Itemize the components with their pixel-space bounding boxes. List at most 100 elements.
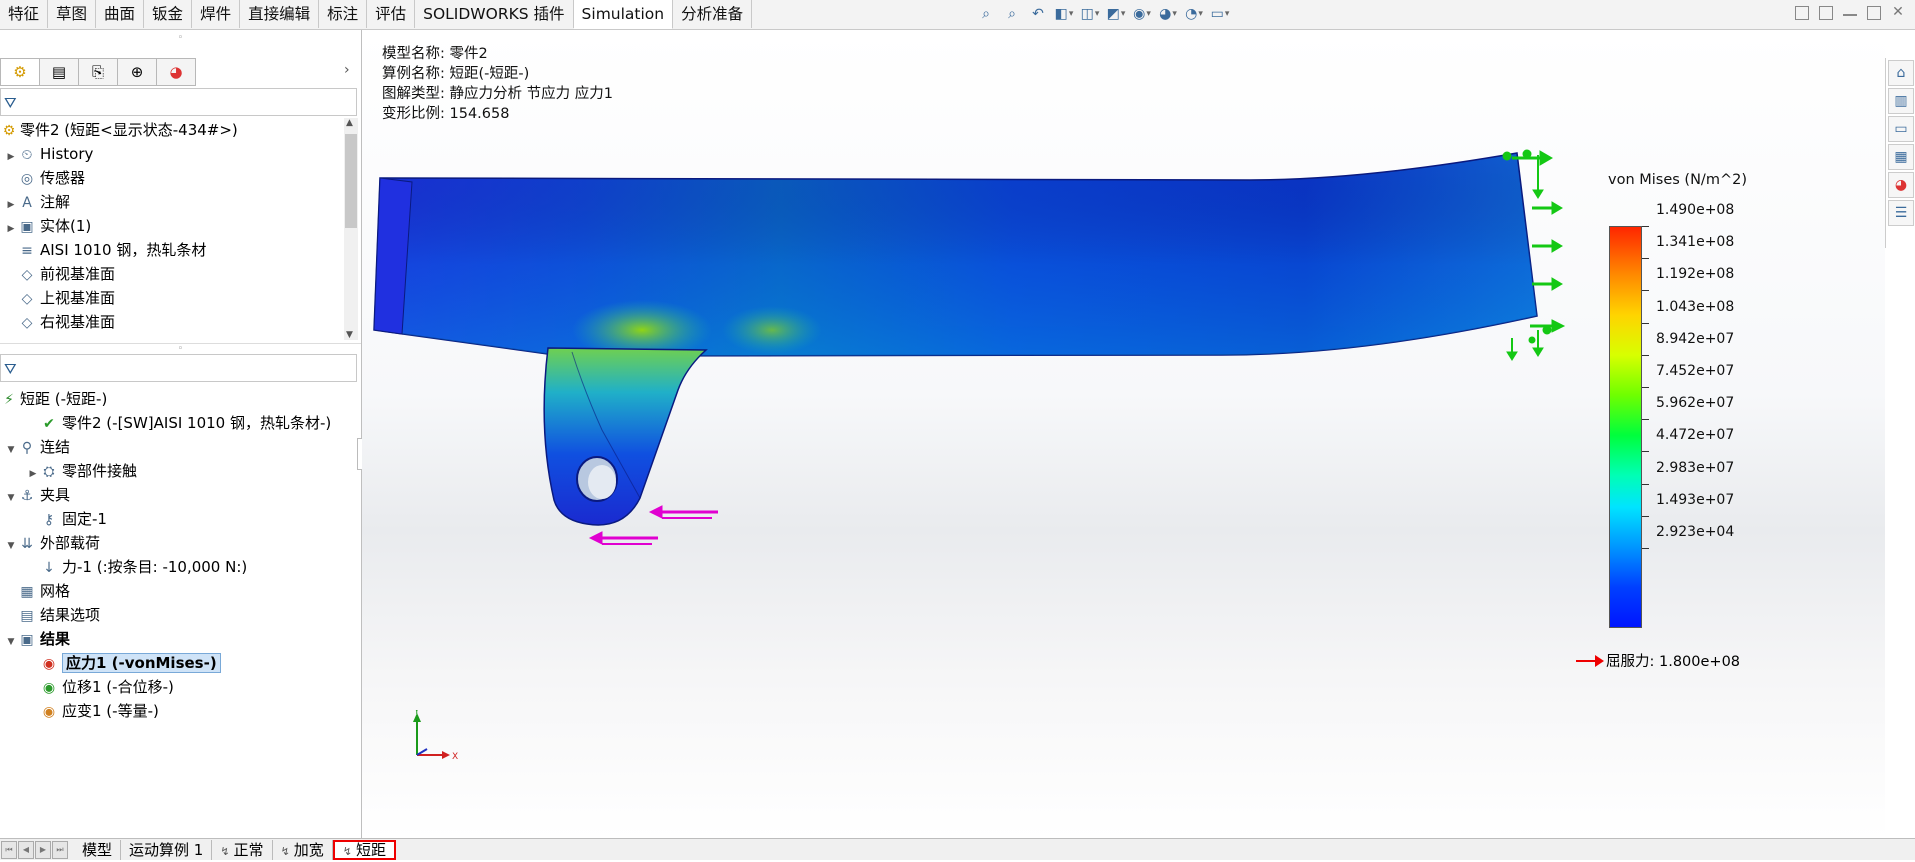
simulation-tree-root[interactable]: ⚡ 短距 (-短距-) — [0, 387, 357, 411]
dropdown-caret-icon[interactable]: ▾ — [1095, 9, 1100, 19]
panel-grip[interactable]: ◦ — [0, 34, 361, 43]
legend-tick — [1642, 483, 1649, 485]
command-tab[interactable]: 钣金 — [144, 0, 193, 28]
file-explorer-icon[interactable]: ▭ — [1888, 116, 1914, 142]
command-tab[interactable]: 分析准备 — [673, 0, 753, 28]
chevron-down-icon[interactable]: ▼ — [346, 330, 353, 340]
feature-tree-item[interactable]: ◇ 前视基准面 — [0, 262, 344, 286]
simulation-tree-item[interactable]: ▶ ⛭ 零部件接触 — [0, 459, 357, 483]
apply-scene-icon[interactable]: ◔ ▾ — [1183, 4, 1205, 24]
design-library-icon[interactable]: ▥ — [1888, 88, 1914, 114]
last-tab-icon[interactable]: ⏭ — [52, 840, 68, 859]
prev-tab-icon[interactable]: ◀ — [18, 840, 34, 859]
history-icon: ⏲ — [21, 147, 33, 163]
simulation-tree-item[interactable]: ↓ 力-1 (:按条目: -10,000 N:) — [0, 555, 357, 579]
command-tab[interactable]: 直接编辑 — [240, 0, 320, 28]
feature-tree-item[interactable]: ◎ 传感器 — [0, 166, 344, 190]
restore-icon[interactable] — [1867, 6, 1881, 20]
feature-tree-item[interactable]: ≡ AISI 1010 钢，热轧条材 — [0, 238, 344, 262]
dropdown-caret-icon[interactable]: ▾ — [1069, 9, 1074, 19]
bottom-tab[interactable]: ↯ 加宽 — [273, 839, 333, 860]
feature-tree-item[interactable]: ◇ 右视基准面 — [0, 310, 344, 334]
simulation-tree-item[interactable]: ◉ 应变1 (-等量-) — [0, 699, 357, 723]
legend-tick — [1642, 548, 1649, 549]
command-tab[interactable]: SOLIDWORKS 插件 — [415, 0, 574, 28]
bottom-tab[interactable]: ↯ 短距 — [332, 839, 397, 860]
configuration-icon: ↯ — [280, 844, 290, 858]
bottom-tab[interactable]: 运动算例 1 — [121, 839, 213, 860]
simulation-tree-item[interactable]: ◉ 应力1 (-vonMises-) — [0, 651, 357, 675]
first-tab-icon[interactable]: ⏮ — [1, 840, 17, 859]
hide-show-icon[interactable]: ◉ ▾ — [1131, 4, 1153, 24]
feature-tree-item[interactable]: ◇ 上视基准面 — [0, 286, 344, 310]
view-palette-icon[interactable]: ▦ — [1888, 144, 1914, 170]
previous-view-icon[interactable]: ↶ — [1027, 4, 1049, 24]
simulation-tree-filter[interactable]: ⛛ — [0, 354, 357, 382]
chevron-right-icon[interactable]: › — [344, 62, 350, 78]
simulation-tree-item[interactable]: ✔ 零件2 (-[SW]AISI 1010 钢，热轧条材-) — [0, 411, 357, 435]
command-tab[interactable]: 焊件 — [192, 0, 241, 28]
scrollbar-thumb[interactable] — [345, 134, 357, 228]
property-manager-tab-icon[interactable]: ▤ — [40, 58, 79, 86]
feature-tree-root[interactable]: ⚙ 零件2 (短距<显示状态-434#>) — [0, 118, 344, 142]
custom-properties-icon[interactable]: ☰ — [1888, 200, 1914, 226]
legend-value-label: 2.983e+07 — [1656, 459, 1735, 476]
simulation-tree-item[interactable]: ▼ ⚲ 连结 — [0, 435, 357, 459]
bottom-tab[interactable]: ↯ 正常 — [212, 839, 273, 860]
command-tab[interactable]: 曲面 — [96, 0, 145, 28]
fixed-geometry-icon: ⚷ — [43, 512, 55, 528]
panel-splitter[interactable]: ◦ — [0, 343, 361, 354]
dropdown-caret-icon[interactable]: ▾ — [1172, 9, 1177, 19]
feature-tree-filter[interactable]: ⛛ — [0, 88, 357, 116]
dropdown-caret-icon[interactable]: ▾ — [1146, 9, 1151, 19]
zoom-to-fit-icon[interactable]: ⌕ — [975, 4, 997, 24]
display-manager-tab-icon[interactable]: ◕ — [157, 58, 196, 86]
command-tab[interactable]: 标注 — [319, 0, 368, 28]
feature-tree-item[interactable]: ▶ ▣ 实体(1) — [0, 214, 344, 238]
graphics-area[interactable]: 模型名称: 零件2 算例名称: 短距(-短距-) 图解类型: 静应力分析 节应力 应… — [362, 30, 1885, 838]
zoom-area-icon[interactable]: ⌕ — [1001, 4, 1023, 24]
simulation-tree-item[interactable]: ▦ 网格 — [0, 579, 357, 603]
simulation-tree-item[interactable]: ▼ ⚓ 夹具 — [0, 483, 357, 507]
feature-manager-panel: ◦ ⚙ ▤ ⎘ ⊕ ◕ › ⛛ ⚙ 零件2 (短距<显示状态-434#>) ▶ ⏲ H… — [0, 30, 371, 838]
feature-tree: ⚙ 零件2 (短距<显示状态-434#>) ▶ ⏲ History ◎ 传感器 ▶ A 注解 ▶ ▣… — [0, 118, 344, 334]
command-tab[interactable]: 特征 — [0, 0, 49, 28]
view-orientation-icon[interactable]: ◫ ▾ — [1079, 4, 1101, 24]
appearances-icon[interactable]: ◕ — [1888, 172, 1914, 198]
tile-right-icon[interactable] — [1819, 6, 1833, 20]
simulation-tree-item[interactable]: ▤ 结果选项 — [0, 603, 357, 627]
display-style-icon[interactable]: ◩ ▾ — [1105, 4, 1127, 24]
feature-tree-scrollbar[interactable]: ▲ ▼ — [344, 118, 358, 340]
chevron-up-icon[interactable]: ▲ — [346, 118, 353, 128]
minimize-icon[interactable] — [1843, 6, 1857, 16]
dropdown-caret-icon[interactable]: ▾ — [1198, 9, 1203, 19]
configuration-manager-tab-icon[interactable]: ⎘ — [79, 58, 118, 86]
simulation-tree-item[interactable]: ▼ ▣ 结果 — [0, 627, 357, 651]
simulation-tree-item[interactable]: ⚷ 固定-1 — [0, 507, 357, 531]
feature-manager-tab-icon[interactable]: ⚙ — [0, 58, 40, 86]
command-tab[interactable]: 草图 — [48, 0, 97, 28]
tile-left-icon[interactable] — [1795, 6, 1809, 20]
simulation-tree-item[interactable]: ▼ ⇊ 外部载荷 — [0, 531, 357, 555]
feature-tree-item[interactable]: ▶ ⏲ History — [0, 142, 344, 166]
dimxpert-manager-tab-icon[interactable]: ⊕ — [118, 58, 157, 86]
close-icon[interactable]: ✕ — [1891, 5, 1905, 20]
command-tab[interactable]: 评估 — [367, 0, 416, 28]
dropdown-caret-icon[interactable]: ▾ — [1121, 9, 1126, 19]
legend-value-label: 1.192e+08 — [1656, 266, 1735, 283]
bottom-tab[interactable]: 模型 — [74, 839, 122, 860]
mesh-icon: ▦ — [20, 584, 34, 600]
legend-value-label: 2.923e+04 — [1656, 524, 1735, 540]
simulation-tree-item[interactable]: ◉ 位移1 (-合位移-) — [0, 675, 357, 699]
view-settings-icon[interactable]: ▭ ▾ — [1209, 4, 1231, 24]
command-tab[interactable]: Simulation — [573, 0, 674, 29]
legend-value-label: 1.490e+08 — [1656, 202, 1735, 218]
edit-appearance-icon[interactable]: ◕ ▾ — [1157, 4, 1179, 24]
dropdown-caret-icon[interactable]: ▾ — [1225, 9, 1230, 19]
next-tab-icon[interactable]: ▶ — [35, 840, 51, 859]
section-view-icon[interactable]: ◧ ▾ — [1053, 4, 1075, 24]
home-icon[interactable]: ⌂ — [1888, 60, 1914, 86]
feature-tree-item[interactable]: ▶ A 注解 — [0, 190, 344, 214]
legend-value-label: 1.043e+08 — [1656, 298, 1735, 315]
results-folder-icon: ▣ — [20, 632, 34, 648]
